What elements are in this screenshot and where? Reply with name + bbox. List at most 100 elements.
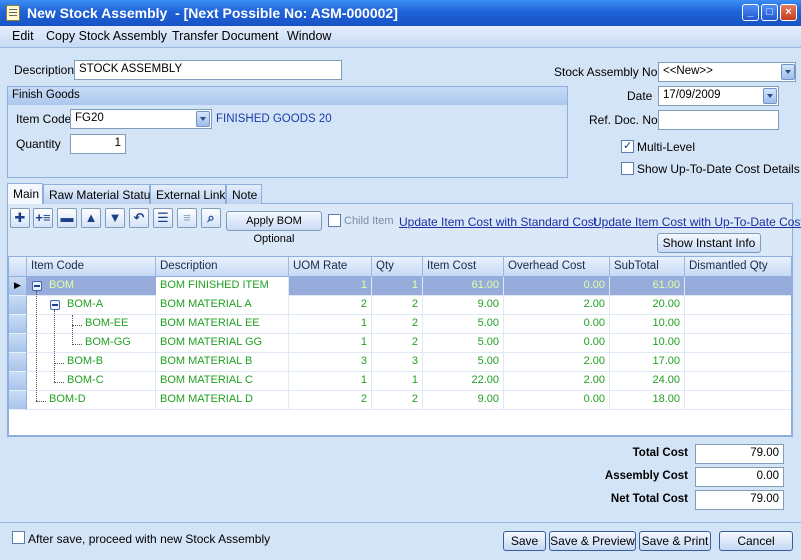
cell-overhead-cost[interactable]: 0.00: [504, 277, 610, 296]
minimize-icon[interactable]: _: [742, 4, 759, 21]
quantity-input[interactable]: 1: [70, 134, 126, 154]
close-icon[interactable]: ×: [780, 4, 797, 21]
cell-description[interactable]: BOM MATERIAL C: [156, 372, 289, 391]
cell-overhead-cost[interactable]: 2.00: [504, 296, 610, 315]
row-header[interactable]: [9, 391, 27, 410]
cell-item-code[interactable]: BOM: [45, 277, 156, 296]
date-input[interactable]: 17/09/2009: [658, 86, 779, 106]
bom-grid[interactable]: Item Code Description UOM Rate Qty Item …: [8, 256, 792, 436]
cell-dismantled-qty[interactable]: [685, 315, 791, 334]
table-row[interactable]: BOM-GG BOM MATERIAL GG 1 2 5.00 0.00 10.…: [9, 334, 791, 353]
row-header[interactable]: [9, 372, 27, 391]
description-input[interactable]: STOCK ASSEMBLY: [74, 60, 342, 80]
tab-raw-material-status[interactable]: Raw Material Status: [43, 184, 156, 204]
cell-uom-rate[interactable]: 1: [289, 334, 372, 353]
cell-overhead-cost[interactable]: 0.00: [504, 334, 610, 353]
cell-item-cost[interactable]: 61.00: [423, 277, 504, 296]
row-header[interactable]: [9, 296, 27, 315]
move-down-icon[interactable]: ▼: [105, 208, 125, 228]
cell-overhead-cost[interactable]: 2.00: [504, 353, 610, 372]
col-description[interactable]: Description: [156, 257, 289, 277]
cell-qty[interactable]: 2: [372, 296, 423, 315]
cell-dismantled-qty[interactable]: [685, 391, 791, 410]
after-save-checkbox[interactable]: [12, 531, 25, 544]
tab-main[interactable]: Main: [7, 183, 43, 204]
cell-subtotal[interactable]: 20.00: [610, 296, 685, 315]
save-print-button[interactable]: Save & Print: [639, 531, 711, 551]
cell-uom-rate[interactable]: 1: [289, 277, 372, 296]
cell-description[interactable]: BOM MATERIAL GG: [156, 334, 289, 353]
col-item-cost[interactable]: Item Cost: [423, 257, 504, 277]
collapse-icon[interactable]: [50, 300, 60, 310]
cell-uom-rate[interactable]: 3: [289, 353, 372, 372]
save-preview-button[interactable]: Save & Preview: [549, 531, 636, 551]
table-row[interactable]: BOM-C BOM MATERIAL C 1 1 22.00 2.00 24.0…: [9, 372, 791, 391]
table-row[interactable]: BOM-D BOM MATERIAL D 2 2 9.00 0.00 18.00: [9, 391, 791, 410]
col-uom-rate[interactable]: UOM Rate: [289, 257, 372, 277]
cell-description[interactable]: BOM MATERIAL B: [156, 353, 289, 372]
list-disabled-icon[interactable]: ≡: [177, 208, 197, 228]
cell-item-code[interactable]: BOM-A: [63, 296, 156, 315]
cell-dismantled-qty[interactable]: [685, 353, 791, 372]
menu-transfer-document[interactable]: Transfer Document: [172, 29, 279, 43]
cell-subtotal[interactable]: 61.00: [610, 277, 685, 296]
delete-row-icon[interactable]: ▬: [57, 208, 77, 228]
assembly-cost-input[interactable]: 0.00: [695, 467, 784, 487]
cell-uom-rate[interactable]: 2: [289, 296, 372, 315]
cell-dismantled-qty[interactable]: [685, 334, 791, 353]
cell-item-code[interactable]: BOM-EE: [81, 315, 156, 334]
cell-overhead-cost[interactable]: 2.00: [504, 372, 610, 391]
stock-assembly-no-dropdown-icon[interactable]: [781, 64, 795, 80]
cell-item-cost[interactable]: 9.00: [423, 296, 504, 315]
table-row[interactable]: BOM-B BOM MATERIAL B 3 3 5.00 2.00 17.00: [9, 353, 791, 372]
row-header[interactable]: [9, 353, 27, 372]
tab-note[interactable]: Note: [226, 184, 262, 204]
save-button[interactable]: Save: [503, 531, 546, 551]
update-uptodate-cost-link[interactable]: Update Item Cost with Up-To-Date Cost: [593, 215, 801, 229]
move-up-icon[interactable]: ▲: [81, 208, 101, 228]
cell-subtotal[interactable]: 18.00: [610, 391, 685, 410]
undo-icon[interactable]: ↶: [129, 208, 149, 228]
cell-subtotal[interactable]: 24.00: [610, 372, 685, 391]
col-subtotal[interactable]: SubTotal: [610, 257, 685, 277]
cell-dismantled-qty[interactable]: [685, 296, 791, 315]
cell-uom-rate[interactable]: 2: [289, 391, 372, 410]
cell-item-cost[interactable]: 5.00: [423, 353, 504, 372]
multi-level-checkbox[interactable]: [621, 139, 634, 153]
table-row[interactable]: BOM-EE BOM MATERIAL EE 1 2 5.00 0.00 10.…: [9, 315, 791, 334]
cell-description[interactable]: BOM MATERIAL A: [156, 296, 289, 315]
maximize-icon[interactable]: □: [761, 4, 778, 21]
cell-item-cost[interactable]: 5.00: [423, 315, 504, 334]
table-row[interactable]: BOM BOM FINISHED ITEM 1 1 61.00 0.00 61.…: [9, 277, 791, 296]
menu-window[interactable]: Window: [287, 29, 331, 43]
total-cost-input[interactable]: 79.00: [695, 444, 784, 464]
col-dismantled-qty[interactable]: Dismantled Qty: [685, 257, 791, 277]
row-header[interactable]: [9, 315, 27, 334]
cell-qty[interactable]: 3: [372, 353, 423, 372]
table-row[interactable]: BOM-A BOM MATERIAL A 2 2 9.00 2.00 20.00: [9, 296, 791, 315]
cell-uom-rate[interactable]: 1: [289, 372, 372, 391]
menu-edit[interactable]: Edit: [12, 29, 34, 43]
cell-qty[interactable]: 1: [372, 372, 423, 391]
cell-item-cost[interactable]: 5.00: [423, 334, 504, 353]
cell-dismantled-qty[interactable]: [685, 277, 791, 296]
row-header[interactable]: [9, 334, 27, 353]
update-standard-cost-link[interactable]: Update Item Cost with Standard Cost: [399, 215, 597, 229]
cell-item-cost[interactable]: 9.00: [423, 391, 504, 410]
cell-overhead-cost[interactable]: 0.00: [504, 315, 610, 334]
show-uptodate-checkbox[interactable]: [621, 162, 634, 175]
cell-qty[interactable]: 1: [372, 277, 423, 296]
item-code-dropdown-icon[interactable]: [196, 111, 210, 127]
menu-copy-stock-assembly[interactable]: Copy Stock Assembly: [46, 29, 167, 43]
cell-item-code[interactable]: BOM-D: [45, 391, 156, 410]
col-qty[interactable]: Qty: [372, 257, 423, 277]
collapse-icon[interactable]: [32, 281, 42, 291]
cell-item-code[interactable]: BOM-B: [63, 353, 156, 372]
item-code-input[interactable]: FG20: [70, 109, 212, 129]
child-item-checkbox[interactable]: [328, 214, 341, 227]
stock-assembly-no-input[interactable]: <<New>>: [658, 62, 796, 82]
cell-item-code[interactable]: BOM-GG: [81, 334, 156, 353]
col-overhead-cost[interactable]: Overhead Cost: [504, 257, 610, 277]
tab-external-link[interactable]: External Link: [150, 184, 226, 204]
cell-overhead-cost[interactable]: 0.00: [504, 391, 610, 410]
